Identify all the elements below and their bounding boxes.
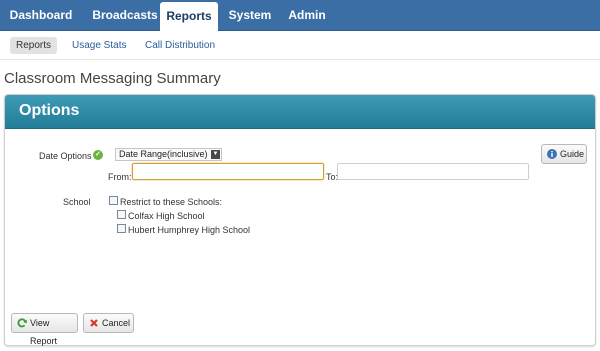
- check-icon: ✓: [93, 150, 103, 160]
- guide-button-label: Guide: [560, 149, 585, 159]
- sub-navigation: Reports Usage Stats Call Distribution: [0, 31, 600, 60]
- date-range-select[interactable]: Date Range(inclusive) ▼: [115, 148, 222, 161]
- chevron-down-icon: ▼: [211, 150, 220, 159]
- page-title: Classroom Messaging Summary: [4, 70, 221, 87]
- tab-broadcasts[interactable]: Broadcasts: [82, 0, 168, 31]
- school-checkbox-colfax[interactable]: [117, 210, 126, 219]
- school-label: School: [63, 197, 91, 207]
- subnav-reports[interactable]: Reports: [10, 37, 58, 54]
- school-label-colfax: Colfax High School: [128, 211, 205, 221]
- restrict-schools-checkbox[interactable]: [109, 196, 118, 205]
- date-options-label: Date Options: [39, 151, 92, 161]
- school-checkbox-hubert-humphrey[interactable]: [117, 224, 126, 233]
- top-navigation: Dashboard Broadcasts Reports System Admi…: [0, 0, 600, 32]
- tab-reports[interactable]: Reports: [160, 2, 218, 32]
- guide-button[interactable]: Guide: [541, 144, 587, 164]
- to-date-input[interactable]: [337, 163, 529, 180]
- tab-system[interactable]: System: [224, 0, 276, 31]
- subnav-usage-stats[interactable]: Usage Stats: [72, 37, 126, 54]
- panel-header: Options: [5, 95, 595, 129]
- subnav-call-distribution[interactable]: Call Distribution: [145, 37, 215, 54]
- x-icon: [90, 319, 98, 327]
- options-panel: Options Date Options ✓ Date Range(inclus…: [4, 94, 596, 346]
- cancel-button[interactable]: Cancel: [83, 313, 134, 333]
- refresh-icon: [17, 318, 27, 328]
- school-label-hubert-humphrey: Hubert Humphrey High School: [128, 225, 251, 235]
- view-report-label: View Report: [30, 318, 58, 346]
- date-range-select-value: Date Range(inclusive): [119, 149, 208, 159]
- panel-title: Options: [19, 102, 80, 119]
- restrict-schools-label: Restrict to these Schools:: [120, 197, 223, 207]
- from-date-input[interactable]: [132, 163, 324, 180]
- from-label: From:: [108, 172, 132, 182]
- tab-admin[interactable]: Admin: [286, 0, 328, 31]
- tab-dashboard[interactable]: Dashboard: [6, 0, 76, 31]
- cancel-label: Cancel: [102, 318, 131, 328]
- info-icon: [547, 149, 557, 159]
- view-report-button[interactable]: View Report: [11, 313, 78, 346]
